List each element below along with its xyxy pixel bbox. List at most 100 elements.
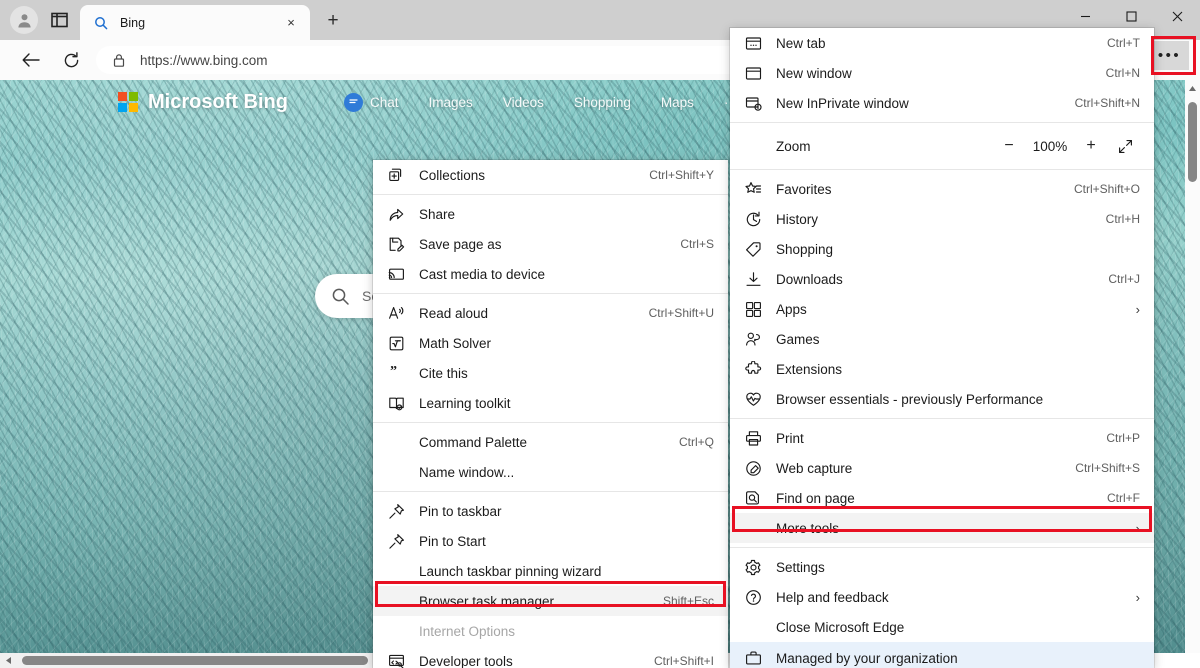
menu-separator xyxy=(730,418,1154,419)
menu-item-label: Save page as xyxy=(419,237,668,252)
menu-item-math-solver[interactable]: Math Solver xyxy=(373,328,728,358)
search-icon xyxy=(94,16,108,30)
search-icon xyxy=(331,287,350,306)
menu-item-shortcut: Ctrl+Shift+N xyxy=(1075,96,1140,110)
menu-item-pin-to-taskbar[interactable]: Pin to taskbar xyxy=(373,496,728,526)
devtools-icon xyxy=(373,653,419,668)
menu-item-cast-media-to-device[interactable]: Cast media to device xyxy=(373,259,728,289)
menu-item-label: Pin to taskbar xyxy=(419,504,714,519)
menu-item-downloads[interactable]: DownloadsCtrl+J xyxy=(730,264,1154,294)
menu-item-new-window[interactable]: New windowCtrl+N xyxy=(730,58,1154,88)
bing-logo[interactable]: Microsoft Bing xyxy=(118,91,288,114)
fullscreen-icon[interactable] xyxy=(1108,132,1142,160)
menu-item-share[interactable]: Share xyxy=(373,199,728,229)
scroll-left-arrow-icon[interactable] xyxy=(0,653,16,668)
avatar[interactable] xyxy=(10,6,38,34)
bing-nav-images[interactable]: Images xyxy=(429,95,473,110)
save-page-icon xyxy=(373,236,419,253)
menu-item-launch-taskbar-pinning-wizard[interactable]: Launch taskbar pinning wizard xyxy=(373,556,728,586)
lock-icon xyxy=(112,53,126,68)
bing-nav-chat-label: Chat xyxy=(370,95,399,110)
menu-item-browser-essentials-previously-performance[interactable]: Browser essentials - previously Performa… xyxy=(730,384,1154,414)
menu-item-new-tab[interactable]: New tab Ctrl+T xyxy=(730,28,1154,58)
menu-item-label: Developer tools xyxy=(419,654,642,668)
share-icon xyxy=(373,206,419,223)
menu-item-history[interactable]: HistoryCtrl+H xyxy=(730,204,1154,234)
menu-item-label: Collections xyxy=(419,168,637,183)
menu-item-pin-to-start[interactable]: Pin to Start xyxy=(373,526,728,556)
bing-nav-videos[interactable]: Videos xyxy=(503,95,544,110)
new-tab-button[interactable]: + xyxy=(320,9,346,33)
bing-logo-text: Microsoft Bing xyxy=(148,91,288,114)
vertical-scrollbar[interactable] xyxy=(1185,80,1200,653)
menu-item-save-page-as[interactable]: Save page as Ctrl+S xyxy=(373,229,728,259)
menu-item-label: Share xyxy=(419,207,714,222)
menu-item-help-and-feedback[interactable]: Help and feedback› xyxy=(730,582,1154,612)
menu-item-label: Internet Options xyxy=(419,624,714,639)
collections-icon xyxy=(373,167,419,184)
menu-item-shortcut: Ctrl+S xyxy=(680,237,714,251)
menu-item-new-inprivate-window[interactable]: New InPrivate windowCtrl+Shift+N xyxy=(730,88,1154,118)
menu-item-games[interactable]: Games xyxy=(730,324,1154,354)
menu-item-shortcut: Ctrl+J xyxy=(1108,272,1140,286)
learning-toolkit-icon xyxy=(373,395,419,412)
chevron-right-icon: › xyxy=(1136,521,1140,536)
menu-item-label: Read aloud xyxy=(419,306,637,321)
menu-separator xyxy=(373,422,728,423)
horizontal-scrollbar-thumb[interactable] xyxy=(22,656,368,665)
back-button[interactable] xyxy=(18,48,44,72)
browser-tab[interactable]: Bing × xyxy=(80,5,310,40)
menu-item-label: New tab xyxy=(776,36,1095,51)
menu-separator xyxy=(730,547,1154,548)
close-icon[interactable]: × xyxy=(280,12,302,34)
print-icon xyxy=(730,430,776,447)
close-button[interactable] xyxy=(1154,0,1200,33)
menu-item-learning-toolkit[interactable]: Learning toolkit xyxy=(373,388,728,418)
scroll-up-arrow-icon[interactable] xyxy=(1185,80,1200,96)
edge-browser-window: Microsoft Bing Chat Images Videos Shoppi… xyxy=(0,0,1200,668)
bing-nav-shopping[interactable]: Shopping xyxy=(574,95,631,110)
menu-item-developer-tools[interactable]: Developer tools Ctrl+Shift+I xyxy=(373,646,728,668)
menu-item-shortcut: Shift+Esc xyxy=(663,594,714,608)
menu-item-settings[interactable]: Settings xyxy=(730,552,1154,582)
menu-item-label: Name window... xyxy=(419,465,714,480)
zoom-in-button[interactable]: + xyxy=(1074,132,1108,160)
apps-icon xyxy=(730,301,776,318)
menu-item-cite-this[interactable]: ”Cite this xyxy=(373,358,728,388)
menu-item-collections[interactable]: CollectionsCtrl+Shift+Y xyxy=(373,160,728,190)
menu-item-label: Games xyxy=(776,332,1140,347)
menu-item-close-microsoft-edge[interactable]: Close Microsoft Edge xyxy=(730,612,1154,642)
menu-item-shopping[interactable]: Shopping xyxy=(730,234,1154,264)
menu-item-shortcut: Ctrl+Shift+I xyxy=(654,654,714,668)
bing-nav-maps[interactable]: Maps xyxy=(661,95,694,110)
menu-item-print[interactable]: PrintCtrl+P xyxy=(730,423,1154,453)
menu-item-apps[interactable]: Apps› xyxy=(730,294,1154,324)
zoom-level-value: 100% xyxy=(1026,139,1074,154)
menu-item-more-tools[interactable]: More tools› xyxy=(730,513,1154,543)
menu-item-extensions[interactable]: Extensions xyxy=(730,354,1154,384)
gear-icon xyxy=(730,559,776,576)
horizontal-scrollbar[interactable] xyxy=(0,653,373,668)
zoom-out-button[interactable]: − xyxy=(992,132,1026,160)
menu-item-name-window[interactable]: Name window... xyxy=(373,457,728,487)
menu-item-shortcut: Ctrl+Q xyxy=(679,435,714,449)
menu-item-browser-task-manager[interactable]: Browser task managerShift+Esc xyxy=(373,586,728,616)
zoom-row: Zoom−100%+ xyxy=(730,127,1154,165)
more-tools-submenu: CollectionsCtrl+Shift+Y Share Save page as… xyxy=(373,160,728,668)
menu-item-web-capture[interactable]: Web captureCtrl+Shift+S xyxy=(730,453,1154,483)
menu-item-label: Help and feedback xyxy=(776,590,1124,605)
vertical-scrollbar-thumb[interactable] xyxy=(1188,102,1197,182)
menu-item-shortcut: Ctrl+T xyxy=(1107,36,1140,50)
downloads-icon xyxy=(730,271,776,288)
find-on-page-icon xyxy=(730,490,776,507)
menu-item-favorites[interactable]: FavoritesCtrl+Shift+O xyxy=(730,174,1154,204)
settings-and-more-button[interactable]: ••• xyxy=(1150,41,1189,70)
menu-item-read-aloud[interactable]: Read aloudCtrl+Shift+U xyxy=(373,298,728,328)
tab-list-icon[interactable] xyxy=(46,8,72,32)
menu-item-managed-by-your-organization[interactable]: Managed by your organization xyxy=(730,642,1154,668)
reload-button[interactable] xyxy=(58,48,84,72)
bing-nav-chat[interactable]: Chat xyxy=(344,93,399,112)
menu-item-label: Learning toolkit xyxy=(419,396,714,411)
menu-item-find-on-page[interactable]: Find on pageCtrl+F xyxy=(730,483,1154,513)
menu-item-command-palette[interactable]: Command PaletteCtrl+Q xyxy=(373,427,728,457)
